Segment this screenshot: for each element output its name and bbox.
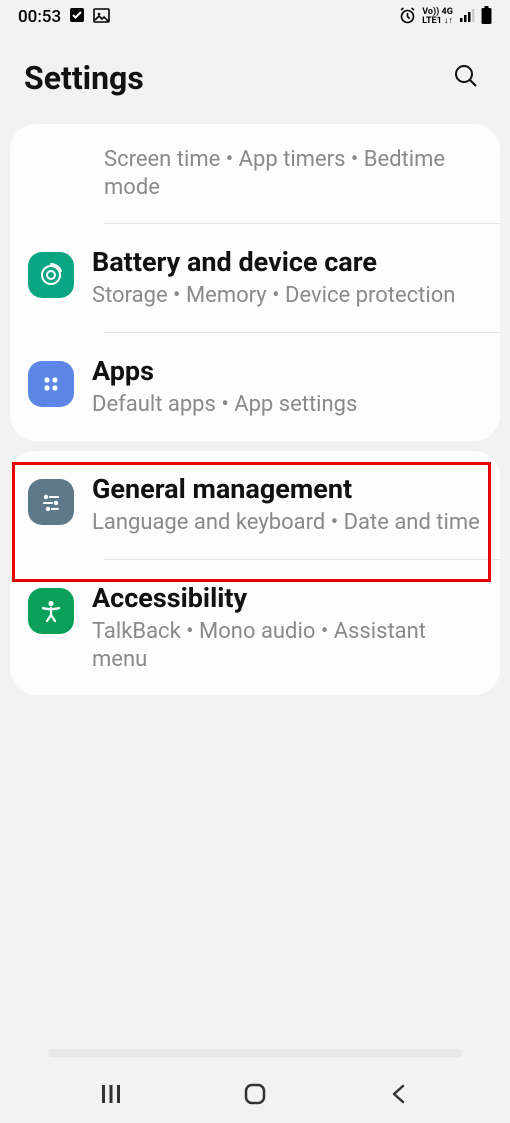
item-subtitle: Language and keyboard • Date and time <box>92 509 480 537</box>
general-management-icon <box>28 479 74 525</box>
settings-card-2: General management Language and keyboard… <box>10 451 500 695</box>
navigation-bar <box>0 1069 510 1123</box>
item-subtitle: Screen time • App timers • Bedtime mode <box>104 146 480 201</box>
settings-item-accessibility[interactable]: Accessibility TalkBack • Mono audio • As… <box>10 560 500 695</box>
settings-item-digital-wellbeing[interactable]: Screen time • App timers • Bedtime mode <box>10 124 500 223</box>
recents-icon <box>100 1094 122 1109</box>
battery-icon <box>481 6 492 28</box>
battery-care-icon <box>28 252 74 298</box>
apps-icon <box>28 361 74 407</box>
back-icon <box>388 1094 410 1109</box>
item-subtitle: TalkBack • Mono audio • Assistant menu <box>92 618 480 673</box>
nav-home-button[interactable] <box>223 1072 287 1120</box>
nav-back-button[interactable] <box>368 1073 430 1119</box>
home-icon <box>243 1095 267 1110</box>
item-title: Apps <box>92 355 480 387</box>
search-icon <box>452 79 480 94</box>
accessibility-icon <box>28 588 74 634</box>
page-title: Settings <box>24 59 144 97</box>
item-subtitle: Default apps • App settings <box>92 391 480 419</box>
status-bar: 00:53 Vo)) 4G LTE1 ↓↑ <box>0 0 510 34</box>
item-title: Accessibility <box>92 582 480 614</box>
item-subtitle: Storage • Memory • Device protection <box>92 282 480 310</box>
image-icon <box>93 7 110 28</box>
item-title: General management <box>92 473 480 505</box>
settings-item-general-management[interactable]: General management Language and keyboard… <box>10 451 500 559</box>
signal-icon <box>459 7 475 27</box>
nav-recents-button[interactable] <box>80 1073 142 1119</box>
checkbox-icon <box>69 7 85 27</box>
settings-card-1: Screen time • App timers • Bedtime mode … <box>10 124 500 441</box>
settings-item-apps[interactable]: Apps Default apps • App settings <box>10 333 500 441</box>
network-label-bottom: LTE1 ↓↑ <box>422 17 453 26</box>
search-button[interactable] <box>446 56 486 100</box>
settings-item-battery-device-care[interactable]: Battery and device care Storage • Memory… <box>10 224 500 332</box>
scroll-indicator <box>48 1049 462 1057</box>
item-title: Battery and device care <box>92 246 480 278</box>
clock-text: 00:53 <box>18 7 61 27</box>
alarm-icon <box>399 7 416 28</box>
app-header: Settings <box>0 34 510 114</box>
